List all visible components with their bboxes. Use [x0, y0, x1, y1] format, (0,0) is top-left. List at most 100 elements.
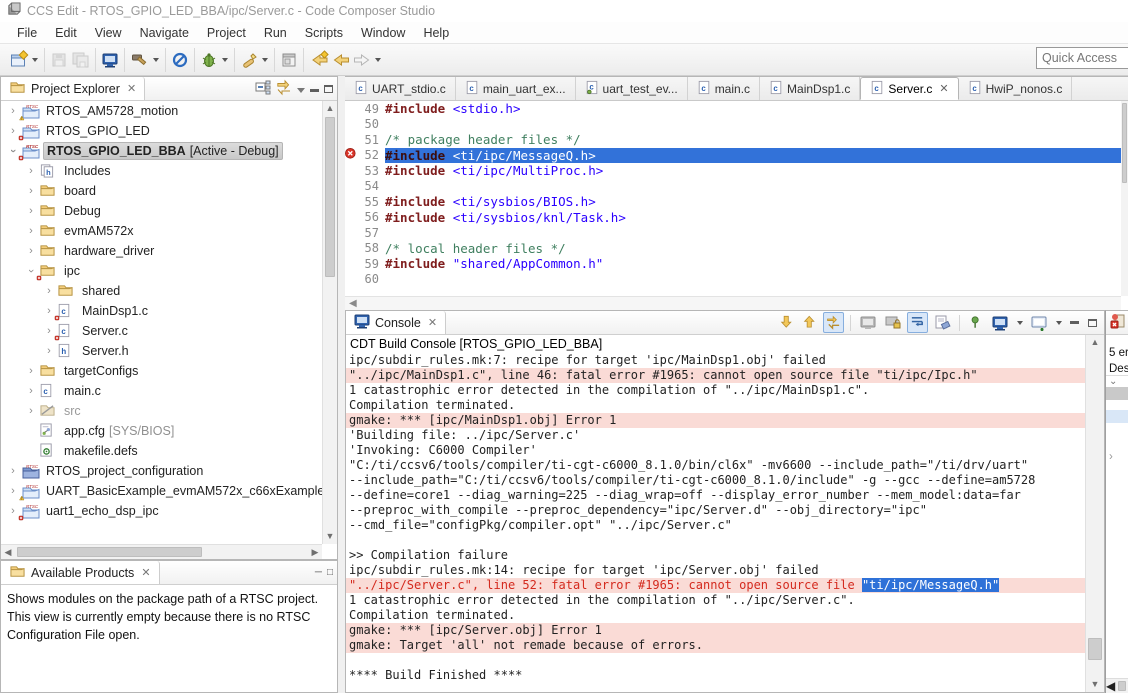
- expander-icon[interactable]: ›: [41, 285, 57, 297]
- minimize-button[interactable]: [310, 82, 319, 96]
- forward-button-dropdown[interactable]: [375, 58, 381, 62]
- problems-horizontal-scrollbar[interactable]: ◀: [1106, 678, 1128, 693]
- chevron-down-icon[interactable]: ⌄: [1106, 376, 1128, 387]
- menu-run[interactable]: Run: [255, 24, 296, 42]
- code-line-49[interactable]: 49#include <stdio.h>: [345, 101, 1121, 117]
- save-button[interactable]: [49, 50, 69, 70]
- target-console-button[interactable]: [100, 50, 120, 70]
- expander-icon[interactable]: ›: [23, 165, 39, 177]
- editor-tab-main-uart-ex-[interactable]: cmain_uart_ex...: [456, 77, 576, 100]
- tab-available-products[interactable]: Available Products ✕: [1, 561, 160, 584]
- expander-icon[interactable]: ›: [5, 465, 21, 477]
- new-wizard-button-dropdown[interactable]: [32, 58, 38, 62]
- minimize-icon[interactable]: ─: [315, 567, 322, 578]
- show-console-on-output-button[interactable]: [857, 312, 879, 334]
- debug-launch-button[interactable]: [170, 50, 190, 70]
- code-line-57[interactable]: 57: [345, 225, 1121, 241]
- tree-item-debug[interactable]: ›Debug: [1, 201, 322, 221]
- tree-item-uart-basicexample-evmam572x-c66xexample[interactable]: ›RTSCUART_BasicExample_evmAM572x_c66xExa…: [1, 481, 322, 501]
- menu-scripts[interactable]: Scripts: [296, 24, 352, 42]
- collapse-all-button[interactable]: [255, 79, 271, 98]
- build-button-dropdown[interactable]: [153, 58, 159, 62]
- tree-item-main-c[interactable]: ›cmain.c: [1, 381, 322, 401]
- expander-icon[interactable]: ›: [23, 205, 39, 217]
- expander-icon[interactable]: ›: [23, 405, 39, 417]
- expander-icon[interactable]: ›: [23, 385, 39, 397]
- open-window-button[interactable]: [279, 50, 299, 70]
- expander-icon[interactable]: ›: [7, 143, 19, 159]
- open-console-button-dropdown[interactable]: [1056, 321, 1062, 325]
- tree-item-maindsp1-c[interactable]: ›cMainDsp1.c: [1, 301, 322, 321]
- editor-tab-uart-test-ev-[interactable]: cuart_test_ev...: [576, 77, 688, 100]
- tree-item-ipc[interactable]: ›ipc: [1, 261, 322, 281]
- menu-window[interactable]: Window: [352, 24, 414, 42]
- open-console-button[interactable]: [1028, 312, 1050, 334]
- code-line-53[interactable]: 53#include <ti/ipc/MultiProc.h>: [345, 163, 1121, 179]
- tree-item-server-c[interactable]: ›cServer.c: [1, 321, 322, 341]
- quick-access-input[interactable]: Quick Access: [1036, 47, 1128, 69]
- expander-icon[interactable]: ›: [25, 263, 37, 279]
- show-error-in-editor-button[interactable]: [823, 312, 844, 333]
- code-editor[interactable]: 49#include <stdio.h>5051/* package heade…: [345, 101, 1121, 296]
- scroll-lock-button[interactable]: [882, 312, 904, 334]
- expander-icon[interactable]: ›: [23, 365, 39, 377]
- tree-item-uart1-echo-dsp-ipc[interactable]: ›RTSCuart1_echo_dsp_ipc: [1, 501, 322, 521]
- word-wrap-button[interactable]: [907, 312, 928, 333]
- console-output[interactable]: ipc/subdir_rules.mk:7: recipe for target…: [346, 353, 1085, 692]
- menu-help[interactable]: Help: [414, 24, 458, 42]
- expander-icon[interactable]: ›: [23, 185, 39, 197]
- tree-item-shared[interactable]: ›shared: [1, 281, 322, 301]
- editor-horizontal-scrollbar[interactable]: ◀: [345, 296, 1121, 310]
- tree-item-rtos-gpio-led-bba[interactable]: ›RTSCRTOS_GPIO_LED_BBA [Active - Debug]: [1, 141, 322, 161]
- maximize-button[interactable]: [324, 82, 333, 96]
- expander-icon[interactable]: ›: [23, 225, 39, 237]
- tab-project-explorer[interactable]: Project Explorer ✕: [1, 77, 145, 100]
- view-menu-button[interactable]: [297, 82, 305, 96]
- menu-edit[interactable]: Edit: [46, 24, 86, 42]
- bug-debug-button[interactable]: [199, 50, 219, 70]
- tree-item-includes[interactable]: ›hIncludes: [1, 161, 322, 181]
- code-line-55[interactable]: 55#include <ti/sysbios/BIOS.h>: [345, 194, 1121, 210]
- editor-tab-uart-stdio-c[interactable]: cUART_stdio.c: [345, 77, 456, 100]
- tree-item-evmam572x[interactable]: ›evmAM572x: [1, 221, 322, 241]
- close-icon[interactable]: ✕: [141, 566, 150, 579]
- code-line-54[interactable]: 54: [345, 179, 1121, 195]
- display-selected-console-button[interactable]: [989, 312, 1011, 334]
- flash-button-dropdown[interactable]: [262, 58, 268, 62]
- menu-navigate[interactable]: Navigate: [131, 24, 198, 42]
- editor-tab-hwip-nonos-c[interactable]: cHwiP_nonos.c: [959, 77, 1073, 100]
- close-icon[interactable]: ✕: [127, 82, 136, 95]
- save-all-button[interactable]: [69, 50, 91, 70]
- bug-debug-button-dropdown[interactable]: [222, 58, 228, 62]
- editor-tab-maindsp1-c[interactable]: cMainDsp1.c: [760, 77, 860, 100]
- last-edit-location-button[interactable]: [308, 50, 330, 70]
- problems-row-selected[interactable]: [1106, 410, 1128, 423]
- menu-file[interactable]: File: [8, 24, 46, 42]
- code-line-56[interactable]: 56#include <ti/sysbios/knl/Task.h>: [345, 210, 1121, 226]
- console-vertical-scrollbar[interactable]: ▲ ▼: [1085, 335, 1104, 692]
- editor-vertical-scrollbar[interactable]: [1121, 101, 1128, 296]
- menu-view[interactable]: View: [86, 24, 131, 42]
- code-line-52[interactable]: 52#include <ti/ipc/MessageQ.h>: [345, 148, 1121, 164]
- editor-tab-main-c[interactable]: cmain.c: [688, 77, 760, 100]
- next-error-button[interactable]: [777, 312, 797, 333]
- flash-button[interactable]: [239, 50, 259, 70]
- project-tree-horizontal-scrollbar[interactable]: ◀ ▶: [1, 544, 322, 559]
- problems-row[interactable]: [1106, 387, 1128, 400]
- expander-icon[interactable]: ›: [1106, 451, 1128, 463]
- code-line-59[interactable]: 59#include "shared/AppCommon.h": [345, 256, 1121, 272]
- display-selected-console-button-dropdown[interactable]: [1017, 321, 1023, 325]
- menu-project[interactable]: Project: [198, 24, 255, 42]
- close-icon[interactable]: ✕: [428, 316, 437, 329]
- maximize-icon[interactable]: □: [327, 567, 333, 578]
- tree-item-makefile-defs[interactable]: makefile.defs: [1, 441, 322, 461]
- forward-button[interactable]: [351, 50, 372, 70]
- previous-error-button[interactable]: [800, 312, 820, 333]
- minimize-button[interactable]: [1067, 318, 1082, 328]
- error-marker-icon[interactable]: [345, 148, 359, 164]
- tree-item-app-cfg[interactable]: app.cfg [SYS/BIOS]: [1, 421, 322, 441]
- tree-item-rtos-am5728-motion[interactable]: ›RTSCRTOS_AM5728_motion: [1, 101, 322, 121]
- tab-console[interactable]: Console ✕: [346, 311, 446, 334]
- tree-item-board[interactable]: ›board: [1, 181, 322, 201]
- pin-console-button[interactable]: [966, 312, 986, 333]
